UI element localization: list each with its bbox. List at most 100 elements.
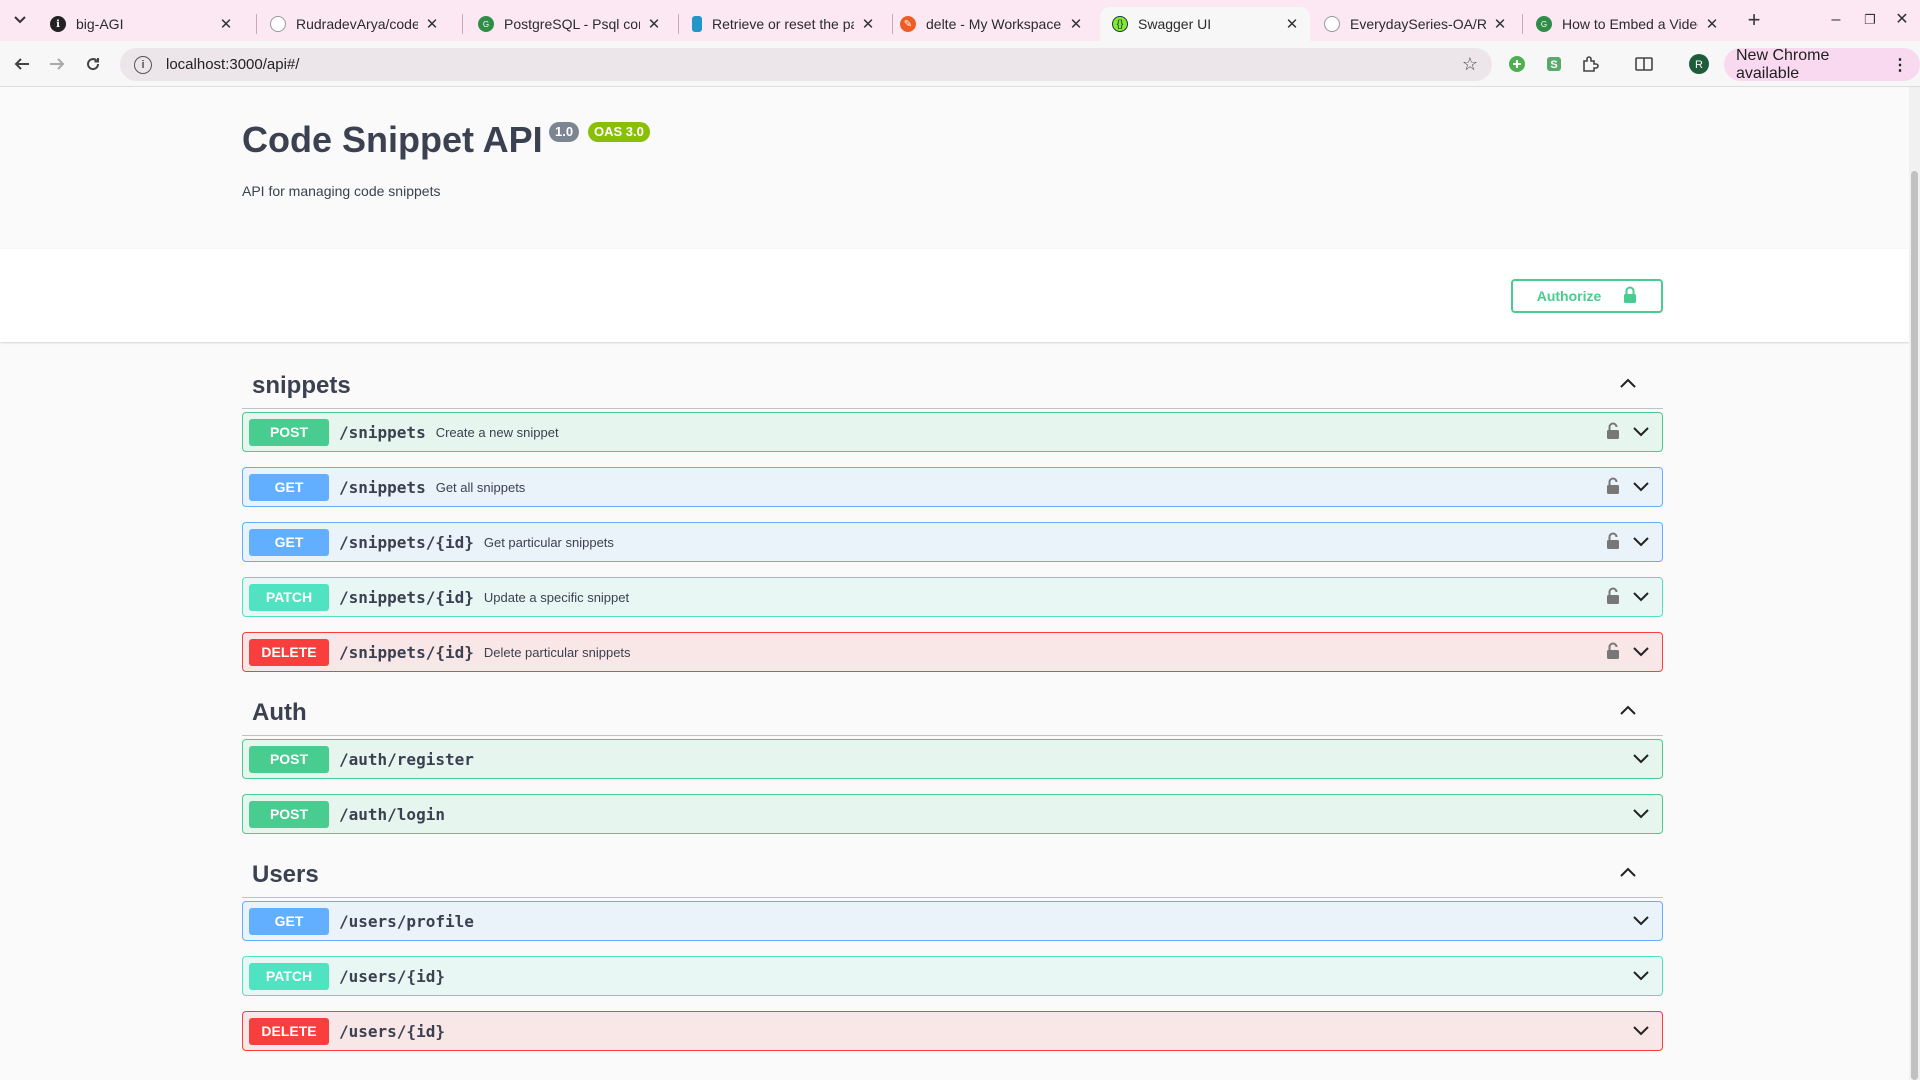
operation-summary: Get all snippets bbox=[435, 479, 526, 495]
new-chrome-label: New Chrome available bbox=[1736, 46, 1830, 82]
kebab-menu-icon[interactable]: ⋮ bbox=[1892, 55, 1908, 75]
lock-icon bbox=[1623, 286, 1637, 307]
method-badge: POST bbox=[249, 418, 329, 446]
scrollbar-thumb[interactable] bbox=[1911, 171, 1918, 1080]
close-tab-icon[interactable]: ✕ bbox=[860, 15, 876, 33]
avatar[interactable]: R bbox=[1688, 53, 1710, 75]
close-tab-icon[interactable]: ✕ bbox=[1704, 15, 1720, 33]
chevron-down-icon[interactable] bbox=[1632, 914, 1650, 932]
browser-tab-active[interactable]: {} Swagger UI ✕ bbox=[1100, 7, 1310, 41]
close-tab-icon[interactable]: ✕ bbox=[1284, 15, 1300, 33]
reload-button[interactable] bbox=[80, 51, 106, 77]
tag-header-auth[interactable]: Auth bbox=[242, 689, 1663, 736]
browser-tab[interactable]: G How to Embed a Video i ✕ bbox=[1524, 7, 1730, 41]
chevron-up-icon[interactable] bbox=[1619, 703, 1637, 721]
chevron-down-icon[interactable] bbox=[1632, 807, 1650, 825]
operation-row[interactable]: POST/auth/register bbox=[242, 739, 1663, 779]
method-badge: DELETE bbox=[249, 1017, 329, 1045]
chevron-down-icon[interactable] bbox=[1632, 969, 1650, 987]
operation-path: /users/profile bbox=[339, 911, 474, 931]
close-tab-icon[interactable]: ✕ bbox=[218, 15, 234, 33]
forward-button[interactable] bbox=[44, 51, 70, 77]
browser-tab[interactable]: Retrieve or reset the pa ✕ bbox=[680, 7, 886, 41]
chevron-up-icon[interactable] bbox=[1619, 376, 1637, 394]
close-tab-icon[interactable]: ✕ bbox=[1068, 15, 1084, 33]
chevron-down-icon[interactable] bbox=[1632, 590, 1650, 608]
new-chrome-available-button[interactable]: New Chrome available ⋮ bbox=[1724, 46, 1920, 82]
back-button[interactable] bbox=[9, 51, 35, 77]
chevron-down-icon[interactable] bbox=[1632, 1024, 1650, 1042]
chevron-down-icon[interactable] bbox=[1632, 645, 1650, 663]
swagger-icon: {} bbox=[1112, 16, 1128, 32]
tag-header-snippets[interactable]: snippets bbox=[242, 362, 1663, 409]
browser-tab[interactable]: G PostgreSQL - Psql comm ✕ bbox=[466, 7, 672, 41]
chevron-down-icon[interactable] bbox=[1632, 425, 1650, 443]
lock-icon[interactable] bbox=[1606, 422, 1620, 445]
operation-row[interactable]: PATCH/snippets/{id} Update a specific sni… bbox=[242, 577, 1663, 617]
operation-path: /auth/login bbox=[339, 804, 445, 824]
gfg-icon: G bbox=[478, 16, 494, 32]
operation-summary: Update a specific snippet bbox=[483, 589, 630, 605]
bookmark-star-icon[interactable]: ☆ bbox=[1462, 54, 1478, 75]
operation-summary: Delete particular snippets bbox=[483, 644, 631, 660]
chevron-down-icon[interactable] bbox=[1632, 535, 1650, 553]
address-bar[interactable]: i localhost:3000/api#/ ☆ bbox=[120, 48, 1492, 81]
browser-tab[interactable]: EverydaySeries-OA/REA ✕ bbox=[1312, 7, 1518, 41]
operation-row[interactable]: PATCH/users/{id} bbox=[242, 956, 1663, 996]
url-text[interactable]: localhost:3000/api#/ bbox=[166, 56, 299, 73]
reading-mode-icon[interactable] bbox=[1633, 53, 1655, 75]
operation-row[interactable]: DELETE/users/{id} bbox=[242, 1011, 1663, 1051]
tag-name: Auth bbox=[252, 699, 307, 726]
site-info-icon[interactable]: i bbox=[134, 55, 152, 74]
close-tab-icon[interactable]: ✕ bbox=[424, 15, 440, 33]
authorize-button[interactable]: Authorize bbox=[1511, 279, 1663, 313]
tab-title: EverydaySeries-OA/REA bbox=[1350, 16, 1486, 32]
minimize-window-icon[interactable]: – bbox=[1824, 8, 1848, 32]
extension-s-icon[interactable]: S bbox=[1543, 53, 1565, 75]
browser-tab[interactable]: ℹ big-AGI ✕ bbox=[38, 7, 244, 41]
lock-icon[interactable] bbox=[1606, 642, 1620, 665]
tab-title: RudradevArya/codeinbox bbox=[296, 16, 418, 32]
close-tab-icon[interactable]: ✕ bbox=[646, 15, 662, 33]
swagger-page: Code Snippet API 1.0 OAS 3.0 API for man… bbox=[0, 87, 1909, 1080]
github-icon bbox=[270, 16, 286, 32]
browser-tab[interactable]: ✎ delte - My Workspace ✕ bbox=[888, 7, 1094, 41]
tab-title: Retrieve or reset the pa bbox=[712, 16, 854, 32]
tab-title: How to Embed a Video i bbox=[1562, 16, 1698, 32]
operation-row[interactable]: DELETE/snippets/{id} Delete particular sn… bbox=[242, 632, 1663, 672]
big-agi-icon: ℹ bbox=[50, 16, 66, 32]
lock-icon[interactable] bbox=[1606, 477, 1620, 500]
close-window-icon[interactable]: ✕ bbox=[1890, 8, 1914, 32]
browser-toolbar: i localhost:3000/api#/ ☆ S R New Chrome … bbox=[0, 41, 1920, 87]
github-icon bbox=[1324, 16, 1340, 32]
chevron-up-icon[interactable] bbox=[1619, 865, 1637, 883]
lock-icon[interactable] bbox=[1606, 587, 1620, 610]
close-tab-icon[interactable]: ✕ bbox=[1492, 15, 1508, 33]
postman-icon: ✎ bbox=[900, 16, 916, 32]
operation-row[interactable]: GET/snippets Get all snippets bbox=[242, 467, 1663, 507]
operation-summary: Get particular snippets bbox=[483, 534, 614, 550]
browser-tab-strip: ℹ big-AGI ✕ RudradevArya/codeinbox ✕ G P… bbox=[0, 0, 1920, 41]
tab-title: Swagger UI bbox=[1138, 16, 1212, 32]
method-badge: PATCH bbox=[249, 962, 329, 990]
extensions-puzzle-icon[interactable] bbox=[1579, 53, 1601, 75]
tab-title: delte - My Workspace bbox=[926, 16, 1062, 32]
operation-row[interactable]: GET/snippets/{id} Get particular snippets bbox=[242, 522, 1663, 562]
restore-window-icon[interactable]: ❐ bbox=[1858, 8, 1882, 32]
chevron-down-icon[interactable] bbox=[1632, 480, 1650, 498]
page-scrollbar[interactable] bbox=[1909, 87, 1920, 1080]
authorize-label: Authorize bbox=[1536, 288, 1602, 304]
extension-plus-icon[interactable] bbox=[1506, 53, 1528, 75]
new-tab-button[interactable]: + bbox=[1742, 8, 1766, 32]
operation-row[interactable]: POST/snippets Create a new snippet bbox=[242, 412, 1663, 452]
browser-tab[interactable]: RudradevArya/codeinbox ✕ bbox=[258, 7, 450, 41]
chevron-down-icon[interactable] bbox=[1632, 752, 1650, 770]
operation-row[interactable]: POST/auth/login bbox=[242, 794, 1663, 834]
lock-icon[interactable] bbox=[1606, 532, 1620, 555]
tag-header-users[interactable]: Users bbox=[242, 851, 1663, 898]
operation-row[interactable]: GET/users/profile bbox=[242, 901, 1663, 941]
api-info: Code Snippet API 1.0 OAS 3.0 API for man… bbox=[0, 87, 1909, 249]
page-title: Code Snippet API bbox=[242, 119, 543, 160]
tab-search-chevron-icon[interactable] bbox=[8, 8, 32, 32]
method-badge: GET bbox=[249, 473, 329, 501]
